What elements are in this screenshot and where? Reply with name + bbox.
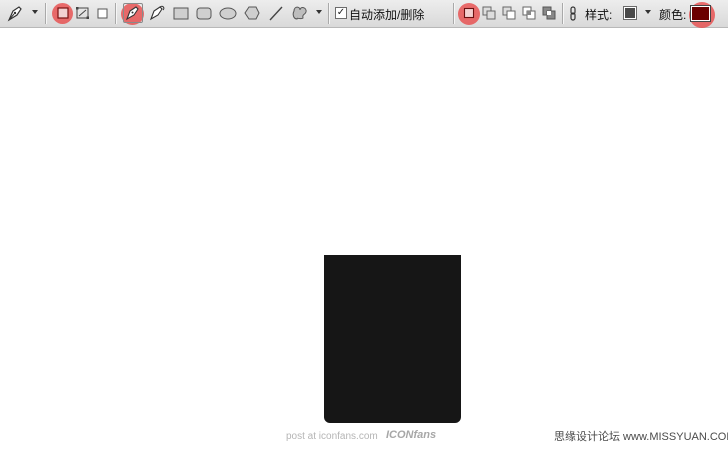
subtract-shape-icon[interactable] (501, 3, 518, 23)
style-swatch[interactable] (623, 6, 637, 20)
fill-pixels-icon[interactable] (95, 3, 111, 23)
polygon-icon[interactable] (243, 3, 261, 23)
shape-options-dropdown-arrow[interactable] (316, 10, 322, 14)
auto-add-delete-checkbox[interactable]: ✓ (335, 7, 347, 19)
pen-tool-icon[interactable] (5, 3, 27, 23)
separator (453, 3, 455, 24)
shape-layers-icon[interactable] (54, 3, 72, 23)
separator (328, 3, 330, 24)
watermark-left: post at iconfans.com (286, 431, 378, 442)
rectangle-shape-layer[interactable] (324, 255, 461, 423)
ellipse-icon[interactable] (218, 3, 238, 23)
style-dropdown-arrow[interactable] (645, 10, 651, 14)
exclude-overlap-icon[interactable] (541, 3, 558, 23)
auto-add-delete-label: 自动添加/删除 (349, 8, 425, 22)
freeform-pen-icon[interactable] (147, 3, 167, 23)
rounded-rectangle-icon[interactable] (195, 3, 213, 23)
custom-shape-icon[interactable] (290, 3, 310, 23)
color-label: 颜色: (659, 8, 687, 22)
intersect-shape-icon[interactable] (521, 3, 538, 23)
separator (45, 3, 47, 24)
paths-icon[interactable] (74, 3, 92, 23)
tool-preset-dropdown-arrow[interactable] (32, 10, 38, 14)
color-swatch-fill (692, 7, 709, 20)
rectangle-icon[interactable] (172, 3, 190, 23)
add-to-shape-icon[interactable] (481, 3, 498, 23)
link-icon[interactable] (568, 3, 578, 23)
separator (562, 3, 564, 24)
separator (115, 3, 117, 24)
create-new-shape-icon[interactable] (461, 3, 478, 23)
style-swatch-fill (625, 8, 635, 18)
color-swatch[interactable] (690, 5, 711, 22)
options-toolbar: ✓ 自动添加/删除 样式: 颜色: (0, 0, 728, 28)
watermark-right: 思缘设计论坛 www.MISSYUAN.COM (554, 431, 728, 443)
pen-icon[interactable] (123, 3, 143, 23)
watermark-logo: ICONfans (386, 429, 437, 441)
line-icon[interactable] (267, 3, 285, 23)
style-label: 样式: (585, 8, 613, 22)
